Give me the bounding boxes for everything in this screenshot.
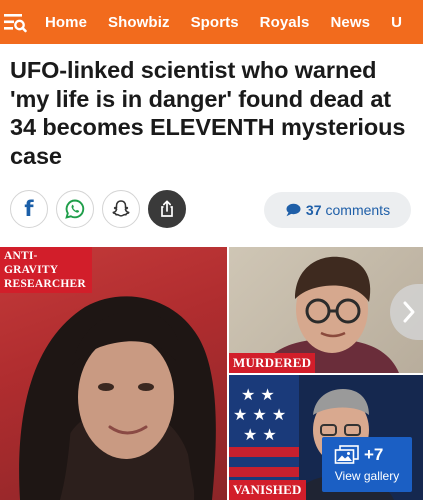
caption-vanished: VANISHED [229, 480, 306, 500]
comments-count: 37 [305, 202, 322, 218]
comments-button[interactable]: 37 comments [264, 192, 411, 228]
share-snapchat-button[interactable] [102, 190, 140, 228]
comments-label: comments [325, 202, 391, 218]
nav-royals[interactable]: Royals [260, 14, 310, 31]
nav-news[interactable]: News [330, 14, 370, 31]
menu-search-icon [4, 14, 28, 33]
menu-search-button[interactable] [0, 0, 31, 44]
share-whatsapp-button[interactable] [56, 190, 94, 228]
top-nav: Home Showbiz Sports Royals News U [0, 0, 423, 44]
comment-bubble-icon [285, 203, 301, 217]
view-gallery-button[interactable]: +7 View gallery [322, 437, 412, 492]
article-headline: UFO-linked scientist who warned 'my life… [10, 57, 406, 169]
nav-home[interactable]: Home [45, 14, 87, 31]
share-row: f [10, 190, 194, 228]
nav-more[interactable]: U [391, 14, 402, 31]
gallery-more-count: +7 [364, 445, 384, 464]
svg-text:★ ★: ★ ★ [243, 425, 277, 444]
nav-showbiz[interactable]: Showbiz [108, 14, 170, 31]
share-icon [161, 200, 173, 217]
share-facebook-button[interactable]: f [10, 190, 48, 228]
main-photo-woman[interactable]: ANTI-GRAVITY RESEARCHER [0, 247, 227, 500]
caption-anti-gravity-researcher: ANTI-GRAVITY RESEARCHER [0, 247, 92, 293]
whatsapp-icon [65, 199, 85, 219]
gallery-icon [334, 445, 359, 464]
chevron-right-icon [403, 301, 415, 323]
nav-sports[interactable]: Sports [191, 14, 239, 31]
caption-murdered: MURDERED [229, 353, 316, 373]
view-gallery-top: +7 [334, 445, 383, 465]
snapchat-icon [112, 200, 130, 217]
share-more-button[interactable] [148, 190, 186, 228]
svg-text:★ ★ ★: ★ ★ ★ [233, 405, 286, 424]
svg-text:★ ★: ★ ★ [241, 385, 275, 404]
nav-items: Home Showbiz Sports Royals News U [31, 14, 423, 31]
view-gallery-label: View gallery [334, 469, 400, 483]
facebook-icon: f [24, 197, 34, 221]
